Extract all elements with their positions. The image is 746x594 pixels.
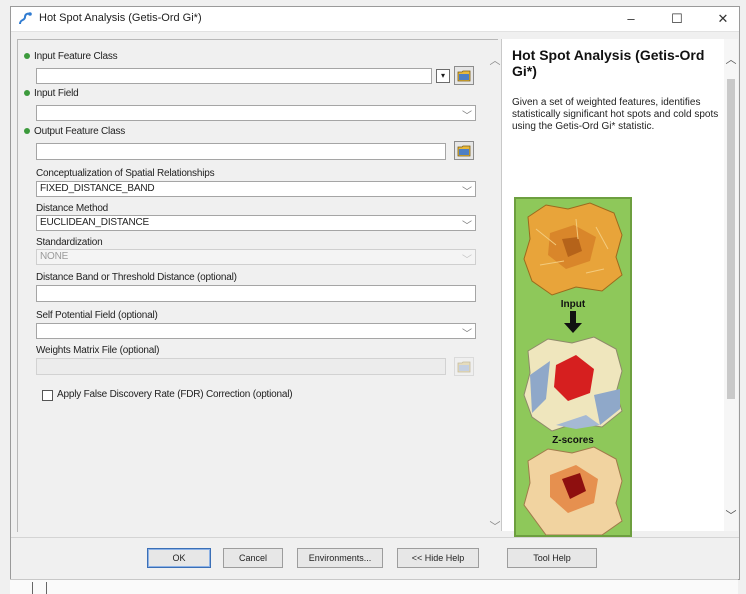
distance-method-select[interactable]: EUCLIDEAN_DISTANCE ﹀: [36, 215, 476, 232]
geoprocessing-tool-icon: [19, 12, 32, 25]
standardization-select: NONE ﹀: [36, 249, 476, 266]
distance-band-input[interactable]: [36, 285, 476, 302]
dialog-window: Hot Spot Analysis (Getis-Ord Gi*) – ☐ ✕ …: [10, 6, 740, 580]
chevron-down-icon: ﹀: [462, 221, 472, 232]
weights-matrix-input: [36, 358, 446, 375]
input-feature-class-label: Input Feature Class: [24, 51, 118, 62]
required-icon: [24, 90, 30, 97]
dropdown-toggle-icon[interactable]: ▾: [436, 69, 450, 83]
help-pane: Hot Spot Analysis (Getis-Ord Gi*) Given …: [501, 39, 738, 537]
illustration-zscores-label: Z-scores: [552, 435, 594, 446]
input-feature-class-combo[interactable]: [36, 68, 432, 84]
help-description: Given a set of weighted features, identi…: [512, 97, 719, 132]
cancel-button[interactable]: Cancel: [223, 548, 283, 568]
chevron-down-icon: ﹀: [462, 329, 472, 340]
minimize-button[interactable]: –: [611, 7, 651, 31]
output-feature-class-label: Output Feature Class: [24, 126, 125, 137]
folder-icon: [457, 361, 471, 373]
tool-help-button[interactable]: Tool Help: [507, 548, 597, 568]
help-title: Hot Spot Analysis (Getis-Ord Gi*): [512, 47, 705, 79]
status-strip: [10, 579, 738, 594]
scroll-up-icon[interactable]: ︿: [488, 54, 502, 68]
output-feature-class-label-text: Output Feature Class: [34, 126, 126, 137]
chevron-down-icon: ﹀: [462, 255, 472, 266]
conceptualization-select[interactable]: FIXED_DISTANCE_BAND ﹀: [36, 181, 476, 198]
illustration-input-label: Input: [560, 299, 586, 310]
help-scroll-down-icon[interactable]: ﹀: [724, 509, 738, 523]
status-divider: [46, 582, 47, 594]
close-button[interactable]: ✕: [703, 7, 743, 31]
browse-output-feature-class-button[interactable]: [454, 141, 474, 160]
standardization-label: Standardization: [36, 237, 103, 248]
parameters-scrollbar[interactable]: ︿ ﹀: [488, 54, 502, 536]
fdr-checkbox[interactable]: [42, 390, 53, 401]
weights-matrix-label: Weights Matrix File (optional): [36, 345, 160, 356]
parameters-pane: Input Feature Class ▾ Input Field ﹀ Outp…: [17, 39, 501, 533]
window-title: Hot Spot Analysis (Getis-Ord Gi*): [39, 12, 202, 24]
conceptualization-value: FIXED_DISTANCE_BAND: [40, 183, 155, 194]
title-bar[interactable]: Hot Spot Analysis (Getis-Ord Gi*) – ☐ ✕: [11, 7, 739, 32]
status-divider: [32, 582, 33, 594]
browse-weights-matrix-button: [454, 357, 474, 376]
self-potential-select[interactable]: ﹀: [36, 323, 476, 340]
browse-input-feature-class-button[interactable]: [454, 66, 474, 85]
standardization-value: NONE: [40, 251, 69, 262]
input-field-combo[interactable]: ﹀: [36, 105, 476, 122]
hot-spot-illustration: Input Z-scores: [514, 197, 632, 537]
conceptualization-label: Conceptualization of Spatial Relationshi…: [36, 168, 215, 179]
hot-spot-map-illustration: [523, 202, 623, 535]
required-icon: [24, 128, 30, 135]
hide-help-button[interactable]: << Hide Help: [397, 548, 479, 568]
distance-method-label: Distance Method: [36, 203, 109, 214]
chevron-down-icon: ﹀: [462, 111, 472, 122]
input-field-label-text: Input Field: [34, 88, 79, 99]
help-scrollbar[interactable]: ︿ ﹀: [724, 39, 738, 531]
environments-button[interactable]: Environments...: [297, 548, 383, 568]
required-icon: [24, 53, 30, 60]
help-scroll-up-icon[interactable]: ︿: [724, 53, 738, 67]
scroll-down-icon[interactable]: ﹀: [488, 520, 502, 534]
folder-icon: [457, 145, 471, 157]
button-bar: OK Cancel Environments... << Hide Help T…: [11, 537, 739, 576]
input-feature-class-label-text: Input Feature Class: [34, 51, 118, 62]
self-potential-label: Self Potential Field (optional): [36, 310, 158, 321]
input-field-label: Input Field: [24, 88, 79, 99]
help-scroll-thumb[interactable]: [727, 79, 735, 399]
distance-method-value: EUCLIDEAN_DISTANCE: [40, 217, 150, 228]
ok-button[interactable]: OK: [147, 548, 211, 568]
chevron-down-icon: ﹀: [462, 187, 472, 198]
fdr-label[interactable]: Apply False Discovery Rate (FDR) Correct…: [57, 389, 293, 400]
distance-band-label: Distance Band or Threshold Distance (opt…: [36, 272, 237, 283]
folder-icon: [457, 70, 471, 82]
output-feature-class-input[interactable]: [36, 143, 446, 160]
maximize-button[interactable]: ☐: [657, 7, 697, 31]
